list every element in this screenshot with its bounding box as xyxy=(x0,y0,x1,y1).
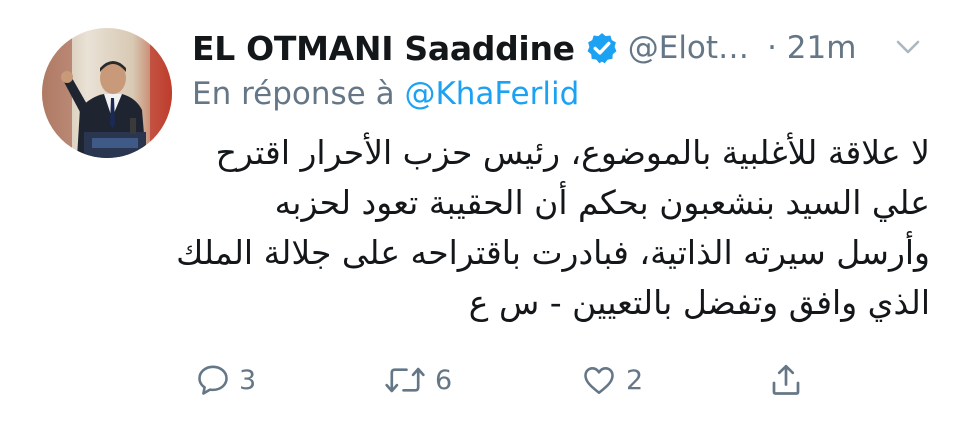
retweet-button[interactable]: 6 xyxy=(383,352,452,408)
reply-context: En réponse à @KhaFerlid xyxy=(192,76,579,122)
reply-mention-link[interactable]: @KhaFerlid xyxy=(404,76,579,112)
tweet-header: EL OTMANI Saaddine @Elot… · 21m xyxy=(192,23,930,73)
retweet-icon xyxy=(385,367,425,393)
tweet-text-line: الذي وافق وتفضل بالتعيين - س ع xyxy=(468,283,930,322)
tweet-actions: 3 6 2 xyxy=(0,352,960,408)
verified-badge-icon xyxy=(587,33,617,64)
reply-bubble-icon xyxy=(198,365,228,395)
like-button[interactable]: 2 xyxy=(580,352,643,408)
heart-icon xyxy=(584,367,614,395)
reply-prefix: En réponse à xyxy=(192,76,395,112)
like-count: 2 xyxy=(626,364,644,396)
reply-button[interactable]: 3 xyxy=(195,352,256,408)
author-name[interactable]: EL OTMANI Saaddine xyxy=(192,29,575,68)
avatar[interactable] xyxy=(42,28,172,158)
tweet-timestamp[interactable]: · 21m xyxy=(767,30,856,66)
author-handle[interactable]: @Elot… xyxy=(628,30,749,66)
tweet-text-line: علي السيد بنشعبون بحكم أن الحقيبة تعود ل… xyxy=(274,183,930,222)
avatar-image xyxy=(42,28,172,158)
tweet-text-line: وأرسل سيرته الذاتية، فبادرت باقتراحه على… xyxy=(176,233,930,272)
tweet-text: لا علاقة للأغلبية بالموضوع، رئيس حزب الأ… xyxy=(175,128,930,328)
share-button[interactable] xyxy=(768,352,804,408)
share-icon xyxy=(772,364,800,395)
tweet[interactable]: EL OTMANI Saaddine @Elot… · 21m En répon… xyxy=(0,0,960,423)
tweet-text-line: لا علاقة للأغلبية بالموضوع، رئيس حزب الأ… xyxy=(215,133,930,172)
reply-count: 3 xyxy=(239,364,257,396)
chevron-down-icon[interactable] xyxy=(894,35,922,59)
retweet-count: 6 xyxy=(435,364,453,396)
